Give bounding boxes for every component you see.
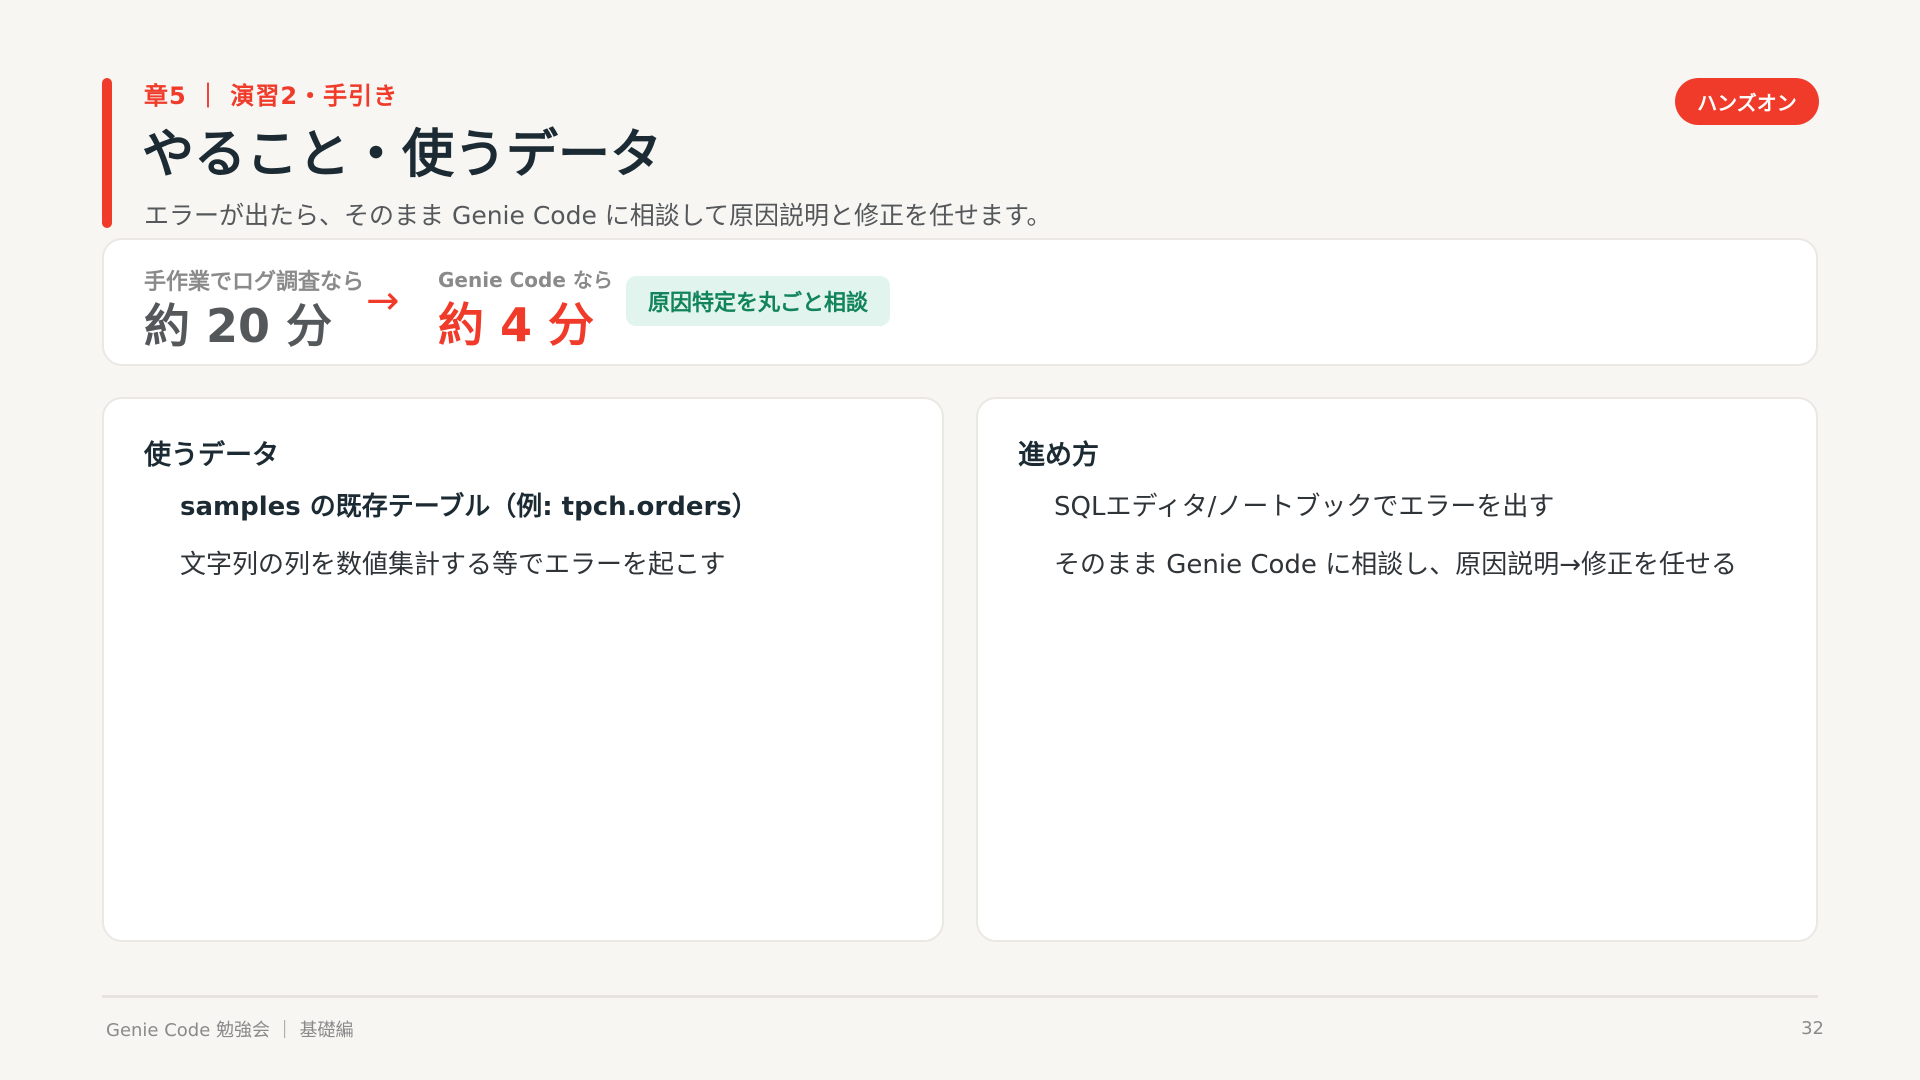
arrow-right-icon: → <box>366 278 400 324</box>
genie-time-value: 約 4 分 <box>438 298 595 352</box>
root-cause-badge: 原因特定を丸ごと相談 <box>626 276 891 326</box>
list-item: SQLエディタ/ノートブックでエラーを出す <box>1054 492 1555 522</box>
steps-panel: 進め方 SQLエディタ/ノートブックでエラーを出す そのまま Genie Cod… <box>976 397 1818 942</box>
data-panel: 使うデータ samples の既存テーブル（例: tpch.orders） 文字… <box>102 397 944 942</box>
accent-bar <box>102 78 112 228</box>
page-title: やること・使うデータ <box>142 125 663 185</box>
genie-time-block: Genie Code なら 約 4 分 <box>438 264 613 355</box>
chapter-eyebrow: 章5 ｜ 演習2・手引き <box>144 82 399 110</box>
manual-time-block: 手作業でログ調査なら 約 20 分 <box>144 264 364 356</box>
time-comparison-card: 手作業でログ調査なら 約 20 分 → Genie Code なら 約 4 分 … <box>102 238 1818 366</box>
page-subtitle: エラーが出たら、そのまま Genie Code に相談して原因説明と修正を任せま… <box>144 201 1052 230</box>
footer-title: Genie Code 勉強会 ｜ 基礎編 <box>106 1020 354 1041</box>
steps-list: SQLエディタ/ノートブックでエラーを出す そのまま Genie Code に相… <box>1054 491 1737 607</box>
manual-time-value: 約 20 分 <box>144 299 333 353</box>
data-list: samples の既存テーブル（例: tpch.orders） 文字列の列を数値… <box>180 491 758 607</box>
footer-divider <box>102 995 1818 998</box>
steps-panel-title: 進め方 <box>1018 440 1099 471</box>
data-panel-title: 使うデータ <box>144 440 279 471</box>
list-item: samples の既存テーブル（例: tpch.orders） <box>180 492 758 522</box>
hands-on-tag: ハンズオン <box>1675 78 1819 125</box>
page-number: 32 <box>1801 1018 1824 1039</box>
list-item: 文字列の列を数値集計する等でエラーを起こす <box>180 550 726 580</box>
list-item: そのまま Genie Code に相談し、原因説明→修正を任せる <box>1054 550 1737 580</box>
